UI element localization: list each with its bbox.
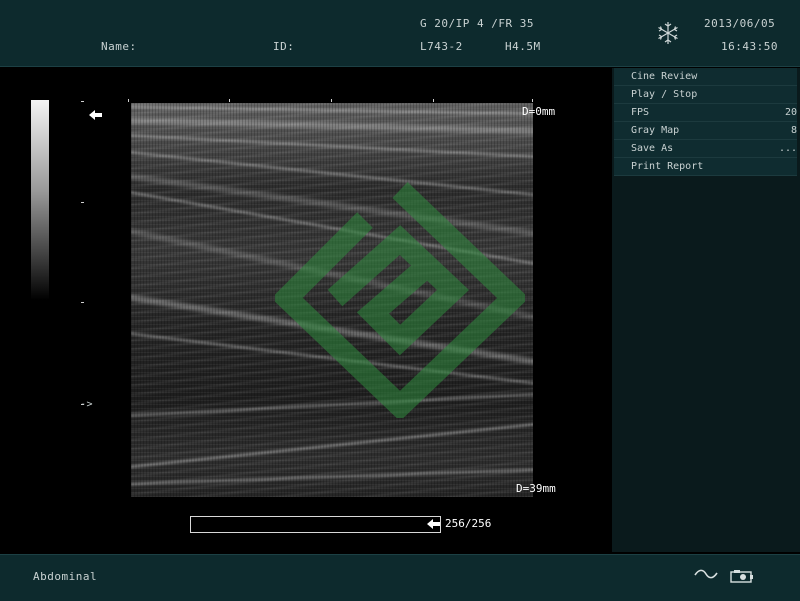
depth-top-label: D=0mm [522, 105, 556, 118]
snowflake-icon[interactable] [655, 20, 681, 46]
menu-item-label: Cine Review [631, 71, 698, 82]
cine-scrollbar[interactable] [190, 516, 441, 533]
menu-item-cine-review[interactable]: Cine Review [614, 68, 797, 86]
menu-item-value: 8 [790, 125, 797, 136]
probe-frequency: H4.5M [505, 40, 541, 53]
width-tick [229, 99, 230, 102]
exam-date: 2013/06/05 [704, 17, 776, 30]
depth-tick [81, 202, 84, 203]
depth-tick [81, 101, 84, 102]
exam-time: 16:43:50 [721, 40, 778, 53]
width-tick [128, 99, 129, 102]
menu-item-label: FPS [631, 107, 650, 118]
depth-tick [81, 302, 84, 303]
orientation-arrow-icon [89, 110, 102, 120]
patient-name-label: Name: [101, 40, 137, 53]
footer-bar: Abdominal [0, 554, 800, 601]
wave-icon[interactable] [694, 568, 718, 580]
probe-model: L743-2 [420, 40, 463, 53]
watermark-logo-icon [275, 182, 525, 418]
menu-item-label: Gray Map [631, 125, 680, 136]
menu-item-label: Save As [631, 143, 674, 154]
cine-menu: Cine Review Play / Stop FPS 20 Gray Map 8 … [614, 68, 797, 176]
menu-item-label: Print Report [631, 161, 704, 172]
width-tick [433, 99, 434, 102]
header-bar: G 20/IP 4 /FR 35 Name: ID: L743-2 H4.5M … [0, 0, 800, 67]
camera-icon[interactable] [730, 569, 754, 584]
width-tick [532, 99, 533, 102]
patient-id-label: ID: [273, 40, 295, 53]
preset-label: Abdominal [33, 570, 98, 583]
acquisition-params: G 20/IP 4 /FR 35 [420, 17, 534, 30]
menu-item-gray-map[interactable]: Gray Map 8 [614, 122, 797, 140]
menu-item-play-stop[interactable]: Play / Stop [614, 86, 797, 104]
menu-item-label: Play / Stop [631, 89, 698, 100]
menu-item-value: ... [778, 143, 797, 154]
focus-marker[interactable]: -> [80, 399, 93, 410]
cine-position-arrow-icon[interactable] [427, 518, 441, 530]
menu-item-fps[interactable]: FPS 20 [614, 104, 797, 122]
width-tick [331, 99, 332, 102]
frame-counter: 256/256 [445, 517, 492, 530]
menu-item-save-as[interactable]: Save As... [614, 140, 797, 158]
menu-item-value: 20 [784, 107, 797, 118]
grayscale-bar [31, 100, 49, 300]
menu-item-print-report[interactable]: Print Report [614, 158, 797, 176]
depth-bottom-label: D=39mm [516, 482, 556, 495]
